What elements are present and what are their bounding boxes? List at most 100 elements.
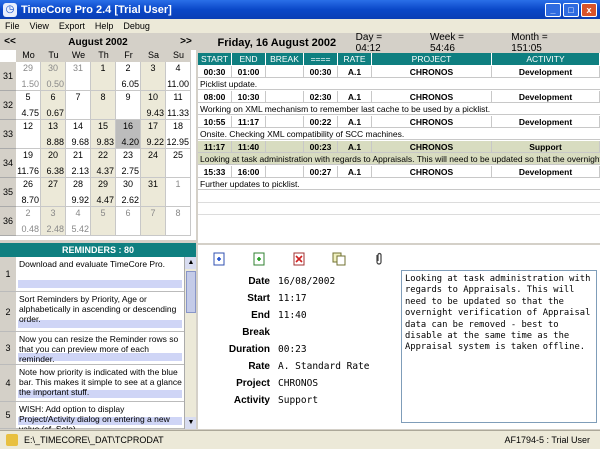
column-header[interactable]: PROJECT: [372, 53, 492, 65]
menu-help[interactable]: Help: [90, 21, 119, 31]
maximize-button[interactable]: □: [563, 2, 579, 17]
time-entry-row[interactable]: 15:33 16:00 00:27 A.1 CHRONOS Development: [198, 166, 600, 178]
detail-value[interactable]: 11:40: [278, 307, 307, 324]
calendar-day[interactable]: 31: [141, 178, 166, 207]
calendar-day[interactable]: 1: [91, 62, 116, 91]
new-entry-button[interactable]: [210, 251, 228, 267]
calendar-day[interactable]: 20 6.38: [41, 149, 66, 178]
calendar-day[interactable]: 27: [41, 178, 66, 207]
menu-debug[interactable]: Debug: [118, 21, 155, 31]
entry-project: CHRONOS: [372, 141, 492, 153]
calendar-day[interactable]: 24: [141, 149, 166, 178]
calendar-day[interactable]: 21 2.13: [66, 149, 91, 178]
column-header[interactable]: ACTIVITY: [492, 53, 600, 65]
time-entry-row[interactable]: 00:30 01:00 00:30 A.1 CHRONOS Development: [198, 66, 600, 78]
entry-description[interactable]: Working on XML mechanism to remember las…: [198, 103, 600, 115]
entry-start: 11:17: [198, 141, 232, 153]
entry-activity: Development: [492, 116, 600, 128]
calendar-day[interactable]: 5 4.75: [16, 91, 41, 120]
attach-button[interactable]: [370, 251, 388, 267]
calendar-day[interactable]: 19 11.76: [16, 149, 41, 178]
calendar-day[interactable]: 4 5.42: [66, 207, 91, 236]
scroll-down-icon[interactable]: ▼: [185, 417, 196, 429]
calendar-day[interactable]: 4 11.00: [166, 62, 191, 91]
menu-file[interactable]: File: [0, 21, 25, 31]
scroll-thumb[interactable]: [186, 271, 196, 313]
copy-entry-button[interactable]: [330, 251, 348, 267]
reminder-number: 3: [0, 332, 16, 364]
reminder-item[interactable]: 5 WISH: Add option to display Project/Act…: [0, 402, 196, 429]
detail-value[interactable]: A. Standard Rate: [278, 358, 370, 375]
next-month-button[interactable]: >>: [176, 35, 196, 49]
time-entry-row[interactable]: 08:00 10:30 02:30 A.1 CHRONOS Development: [198, 91, 600, 103]
calendar-day[interactable]: 3: [141, 62, 166, 91]
reminder-item[interactable]: 3 Now you can resize the Reminder rows so…: [0, 332, 196, 365]
calendar-day[interactable]: 29 4.47: [91, 178, 116, 207]
column-header[interactable]: START: [198, 53, 232, 65]
calendar-day[interactable]: 16 4.20: [116, 120, 141, 149]
calendar-day[interactable]: 2 6.05: [116, 62, 141, 91]
calendar-day[interactable]: 5: [91, 207, 116, 236]
calendar-day[interactable]: 12: [16, 120, 41, 149]
calendar-day[interactable]: 28 9.92: [66, 178, 91, 207]
detail-value[interactable]: 16/08/2002: [278, 273, 335, 290]
menu-view[interactable]: View: [25, 21, 54, 31]
reminder-item[interactable]: 4 Note how priority is indicated with the…: [0, 365, 196, 402]
entry-description[interactable]: Further updates to picklist.: [198, 178, 600, 190]
calendar-day[interactable]: 3 2.48: [41, 207, 66, 236]
day-number: 9: [125, 92, 131, 102]
calendar-day[interactable]: 10 9.43: [141, 91, 166, 120]
calendar-day[interactable]: 14 9.68: [66, 120, 91, 149]
calendar-day[interactable]: 31: [66, 62, 91, 91]
calendar-day[interactable]: 7: [141, 207, 166, 236]
calendar-day[interactable]: 23 2.75: [116, 149, 141, 178]
calendar-day[interactable]: 9: [116, 91, 141, 120]
calendar-day[interactable]: 11 11.33: [166, 91, 191, 120]
reminder-item[interactable]: 1 Download and evaluate TimeCore Pro.: [0, 257, 196, 292]
time-entry-row[interactable]: 11:17 11:40 00:23 A.1 CHRONOS Support: [198, 141, 600, 153]
entry-description[interactable]: Picklist update.: [198, 78, 600, 90]
entry-description[interactable]: Looking at task administration with rega…: [198, 153, 600, 165]
day-number: 13: [47, 121, 58, 131]
calendar-day[interactable]: 18 12.95: [166, 120, 191, 149]
time-entry-row[interactable]: 10:55 11:17 00:22 A.1 CHRONOS Development: [198, 116, 600, 128]
calendar-day[interactable]: 17 9.22: [141, 120, 166, 149]
detail-value[interactable]: Support: [278, 392, 318, 409]
prev-month-button[interactable]: <<: [0, 35, 20, 49]
calendar-day[interactable]: 8: [91, 91, 116, 120]
scroll-up-icon[interactable]: ▲: [185, 257, 196, 269]
calendar-day[interactable]: 30 2.62: [116, 178, 141, 207]
calendar-day[interactable]: 22 4.37: [91, 149, 116, 178]
calendar-day[interactable]: 15 9.83: [91, 120, 116, 149]
detail-value[interactable]: 00:23: [278, 341, 307, 358]
column-header[interactable]: RATE: [338, 53, 372, 65]
calendar-day[interactable]: 30 0.50: [41, 62, 66, 91]
reminder-item[interactable]: 2 Sort Reminders by Priority, Age or alph…: [0, 292, 196, 332]
calendar-day[interactable]: 13 8.88: [41, 120, 66, 149]
day-hours: 4.20: [121, 137, 139, 147]
menu-export[interactable]: Export: [54, 21, 90, 31]
calendar-day[interactable]: 26 8.70: [16, 178, 41, 207]
day-hours: 11.76: [17, 166, 39, 176]
delete-entry-button[interactable]: [290, 251, 308, 267]
calendar-day[interactable]: 7: [66, 91, 91, 120]
column-header[interactable]: BREAK: [266, 53, 304, 65]
calendar-day[interactable]: 2 0.48: [16, 207, 41, 236]
day-number: 1: [175, 179, 181, 189]
entry-description[interactable]: Onsite. Checking XML compatibility of SC…: [198, 128, 600, 140]
add-entry-button[interactable]: [250, 251, 268, 267]
calendar-day[interactable]: 8: [166, 207, 191, 236]
calendar-day[interactable]: 1: [166, 178, 191, 207]
calendar-day[interactable]: 29 1.50: [16, 62, 41, 91]
entry-notes-textarea[interactable]: Looking at task administration with rega…: [401, 270, 597, 423]
minimize-button[interactable]: _: [545, 2, 561, 17]
reminders-scrollbar[interactable]: ▲ ▼: [184, 257, 196, 429]
column-header[interactable]: ====: [304, 53, 338, 65]
calendar-day[interactable]: 6 0.67: [41, 91, 66, 120]
calendar-day[interactable]: 6: [116, 207, 141, 236]
column-header[interactable]: END: [232, 53, 266, 65]
detail-value[interactable]: CHRONOS: [278, 375, 318, 392]
calendar-day[interactable]: 25: [166, 149, 191, 178]
detail-value[interactable]: 11:17: [278, 290, 307, 307]
close-button[interactable]: x: [581, 2, 597, 17]
